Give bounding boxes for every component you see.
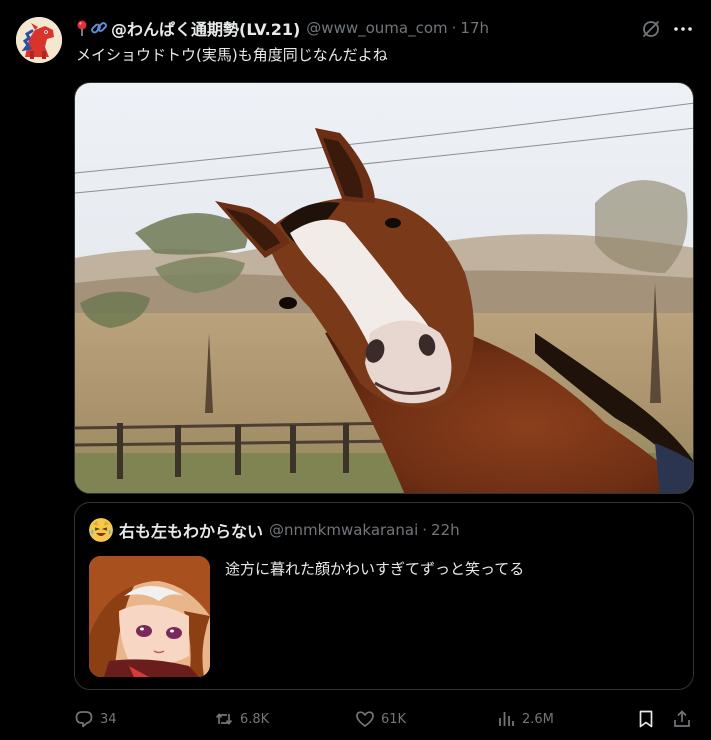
- reply-button[interactable]: 34: [74, 706, 117, 732]
- separator-dot: ·: [451, 19, 457, 37]
- quoted-author-display-name[interactable]: 右も左もわからない: [119, 518, 263, 542]
- views-button[interactable]: 2.6M: [496, 706, 554, 732]
- horse-avatar-icon: [16, 17, 62, 63]
- pushpin-icon: [76, 19, 88, 37]
- author-handle[interactable]: @www_ouma_com: [306, 19, 447, 37]
- quoted-post-text: 途方に暮れた顔かわいすぎてずっと笑ってる: [225, 560, 525, 578]
- repost-count: 6.8K: [240, 711, 270, 727]
- post-media-image[interactable]: [74, 82, 694, 494]
- quoted-author-handle[interactable]: @nnmkmwakaranai: [269, 521, 418, 539]
- laughing-cat-avatar-icon: [89, 518, 113, 542]
- repost-icon: [215, 713, 233, 725]
- author-display-name[interactable]: @わんぱく通期勢(LV.21): [111, 16, 300, 40]
- anime-character-image: [89, 556, 210, 677]
- author-avatar[interactable]: [16, 17, 62, 63]
- repost-button[interactable]: 6.8K: [214, 706, 269, 732]
- analytics-icon: [499, 712, 514, 726]
- heart-icon: [356, 711, 374, 727]
- grok-icon[interactable]: [641, 19, 661, 39]
- quoted-media-thumbnail[interactable]: [89, 556, 210, 677]
- like-count: 61K: [381, 711, 407, 727]
- quoted-post-header: 右も左もわからない @nnmkmwakaranai · 22h: [89, 518, 460, 542]
- bookmark-icon: [639, 710, 653, 728]
- post-action-bar: 34 6.8K 61K 2.6M: [74, 706, 698, 732]
- quoted-post-timestamp[interactable]: 22h: [431, 521, 460, 539]
- separator-dot: ·: [422, 521, 428, 539]
- link-icon: [90, 19, 108, 37]
- more-icon[interactable]: [672, 19, 694, 39]
- post-text: メイショウドトウ(実馬)も角度同じなんだよね: [76, 46, 388, 64]
- reply-icon: [75, 711, 93, 728]
- post-header: @わんぱく通期勢(LV.21) @www_ouma_com · 17h: [76, 17, 489, 39]
- horse-photo: [75, 83, 693, 493]
- reply-count: 34: [100, 711, 117, 727]
- quoted-author-avatar[interactable]: [89, 518, 113, 542]
- view-count: 2.6M: [522, 711, 554, 727]
- like-button[interactable]: 61K: [355, 706, 406, 732]
- post-timestamp[interactable]: 17h: [460, 19, 489, 37]
- bookmark-button[interactable]: [636, 706, 662, 732]
- quoted-post[interactable]: 右も左もわからない @nnmkmwakaranai · 22h 途方に暮れた顔か…: [74, 502, 694, 690]
- share-icon: [674, 710, 690, 727]
- share-button[interactable]: [672, 706, 698, 732]
